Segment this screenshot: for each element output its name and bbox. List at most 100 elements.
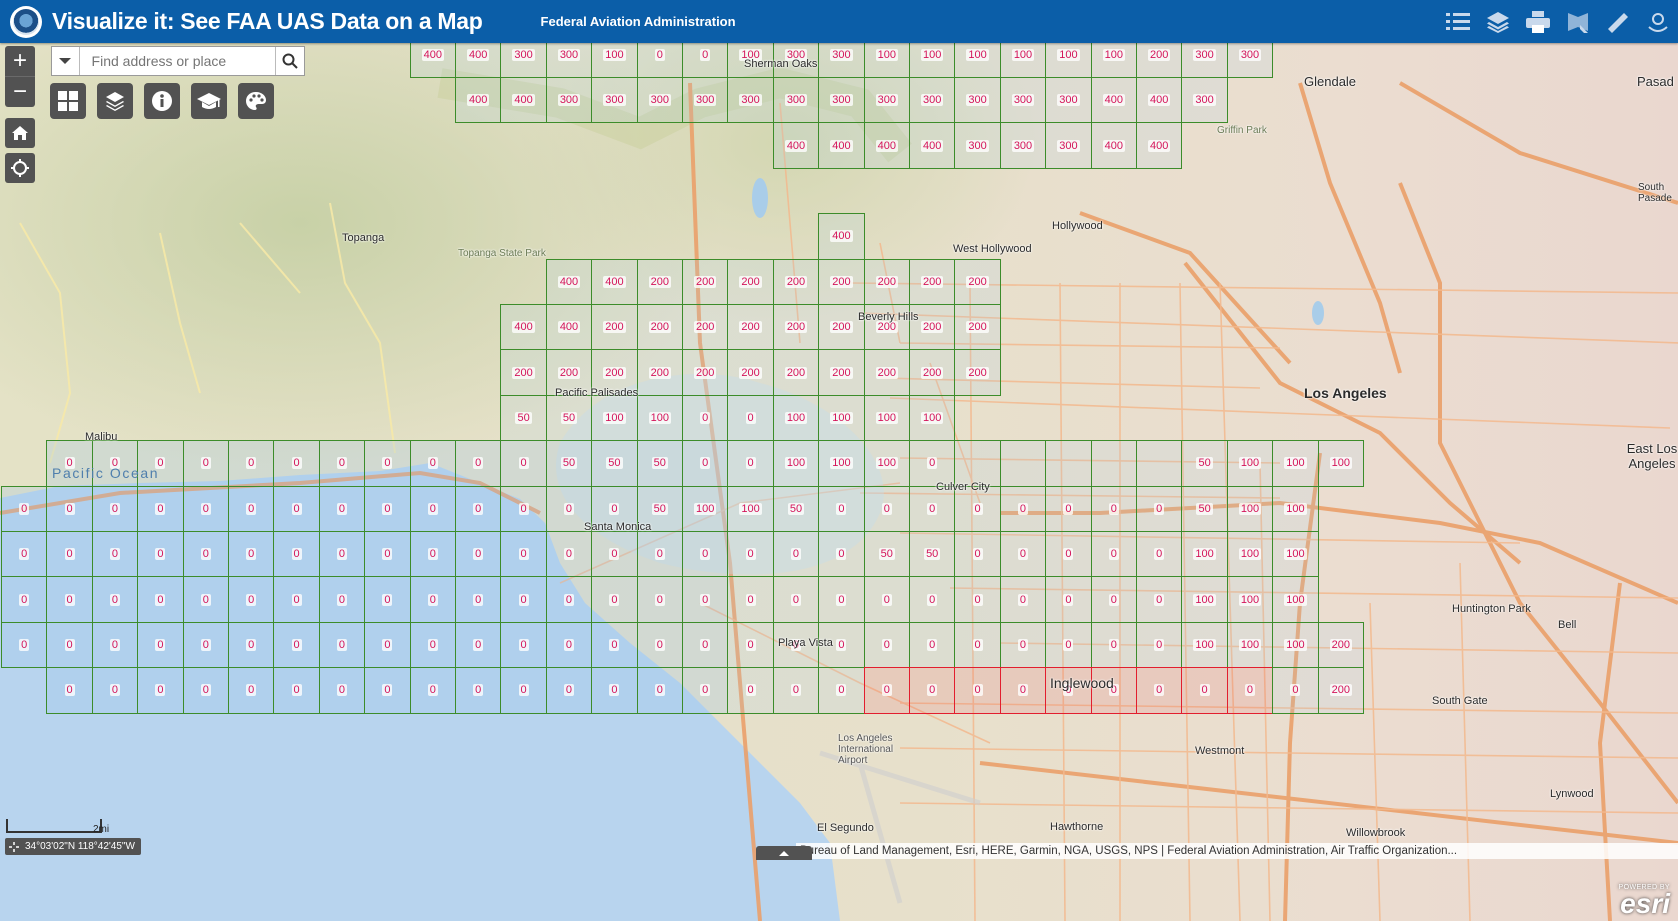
grid-cell[interactable]: 200 — [636, 258, 683, 305]
grid-cell[interactable]: 0 — [818, 576, 865, 623]
grid-cell[interactable]: 200 — [591, 304, 638, 351]
grid-cell[interactable]: 0 — [228, 440, 275, 487]
grid-cell[interactable]: 0 — [273, 531, 320, 578]
grid-cell[interactable]: 300 — [954, 77, 1001, 124]
grid-cell[interactable]: 300 — [999, 77, 1047, 124]
grid-cell[interactable]: 100 — [1272, 531, 1319, 578]
attribution-toggle[interactable] — [756, 846, 812, 860]
grid-cell[interactable]: 0 — [1136, 485, 1183, 532]
grid-cell[interactable]: 0 — [1136, 576, 1183, 623]
grid-cell[interactable]: 200 — [1136, 43, 1183, 78]
grid-cell[interactable]: 50 — [500, 394, 547, 442]
grid-cell[interactable]: 100 — [1272, 440, 1319, 487]
grid-cell[interactable]: 0 — [409, 485, 456, 532]
grid-cell[interactable]: 0 — [1181, 667, 1228, 714]
about-button[interactable] — [144, 83, 180, 119]
grid-cell[interactable]: 0 — [91, 667, 139, 714]
layers-icon[interactable] — [1478, 0, 1518, 43]
grid-cell[interactable]: 200 — [772, 349, 820, 396]
grid-cell[interactable]: 300 — [636, 77, 683, 124]
grid-cell[interactable]: 0 — [1090, 485, 1137, 532]
grid-cell[interactable]: 0 — [1045, 485, 1092, 532]
grid-cell[interactable]: 0 — [727, 667, 774, 714]
grid-cell[interactable]: 0 — [727, 440, 774, 487]
grid-cell[interactable]: 100 — [1226, 440, 1274, 487]
grid-cell[interactable]: 0 — [636, 43, 683, 78]
grid-cell[interactable]: 0 — [500, 667, 547, 714]
grid-cell[interactable]: 200 — [727, 258, 774, 305]
grid-cell[interactable]: 100 — [999, 43, 1047, 78]
grid-cell[interactable]: 50 — [863, 531, 910, 578]
zoom-out-button[interactable]: − — [5, 76, 35, 107]
grid-cell[interactable]: 0 — [455, 621, 502, 669]
grid-cell[interactable]: 0 — [137, 531, 184, 578]
zoom-in-button[interactable]: + — [5, 46, 35, 76]
grid-cell[interactable]: 0 — [636, 576, 683, 623]
grid-cell[interactable]: 0 — [273, 485, 320, 532]
grid-cell[interactable] — [1090, 440, 1137, 487]
grid-cell[interactable]: 0 — [636, 621, 683, 669]
grid-cell[interactable]: 0 — [909, 621, 956, 669]
grid-cell[interactable]: 0 — [182, 531, 229, 578]
grid-cell[interactable]: 0 — [500, 531, 547, 578]
grid-cell[interactable]: 0 — [591, 531, 638, 578]
grid-cell[interactable]: 100 — [863, 43, 910, 78]
grid-cell[interactable]: 100 — [863, 440, 910, 487]
grid-cell[interactable]: 0 — [727, 394, 774, 442]
grid-cell[interactable]: 0 — [318, 576, 366, 623]
grid-cell[interactable]: 300 — [545, 77, 593, 124]
grid-cell[interactable]: 100 — [909, 43, 956, 78]
grid-cell[interactable]: 0 — [999, 485, 1047, 532]
grid-cell[interactable]: 0 — [228, 485, 275, 532]
grid-cell[interactable]: 400 — [1090, 77, 1137, 124]
grid-cell[interactable]: 0 — [1136, 621, 1183, 669]
grid-cell[interactable]: 0 — [91, 531, 139, 578]
grid-cell[interactable]: 300 — [500, 43, 547, 78]
grid-cell[interactable]: 0 — [500, 576, 547, 623]
grid-cell[interactable]: 0 — [682, 440, 729, 487]
grid-cell[interactable]: 200 — [863, 349, 910, 396]
grid-cell[interactable]: 100 — [1181, 576, 1228, 623]
grid-cell[interactable]: 0 — [228, 667, 275, 714]
grid-cell[interactable]: 400 — [500, 304, 547, 351]
grid-cell[interactable]: 100 — [954, 43, 1001, 78]
grid-cell[interactable]: 300 — [1181, 43, 1228, 78]
grid-cell[interactable]: 0 — [91, 576, 139, 623]
grid-cell[interactable]: 200 — [682, 258, 729, 305]
grid-cell[interactable]: 0 — [182, 576, 229, 623]
grid-cell[interactable]: 0 — [1, 485, 48, 532]
grid-cell[interactable]: 0 — [545, 621, 593, 669]
grid-cell[interactable]: 200 — [954, 349, 1001, 396]
grid-cell[interactable]: 300 — [999, 122, 1047, 169]
grid-cell[interactable]: 0 — [1, 576, 48, 623]
grid-cell[interactable]: 0 — [137, 621, 184, 669]
grid-cell[interactable]: 100 — [1226, 621, 1274, 669]
grid-cell[interactable]: 200 — [863, 258, 910, 305]
grid-cell[interactable]: 100 — [1272, 576, 1319, 623]
grid-cell[interactable]: 200 — [954, 304, 1001, 351]
grid-cell[interactable]: 100 — [1226, 576, 1274, 623]
grid-cell[interactable]: 0 — [954, 621, 1001, 669]
grid-cell[interactable]: 0 — [46, 576, 93, 623]
grid-cell[interactable]: 0 — [682, 531, 729, 578]
grid-cell[interactable]: 0 — [455, 485, 502, 532]
grid-cell[interactable]: 400 — [500, 77, 547, 124]
grid-cell[interactable]: 100 — [772, 440, 820, 487]
grid-cell[interactable]: 0 — [46, 531, 93, 578]
grid-cell[interactable]: 400 — [1136, 77, 1183, 124]
grid-cell[interactable]: 0 — [863, 667, 910, 714]
grid-cell[interactable]: 0 — [318, 531, 366, 578]
grid-cell[interactable]: 0 — [409, 531, 456, 578]
grid-cell[interactable]: 400 — [818, 213, 865, 260]
grid-cell[interactable]: 100 — [863, 394, 910, 442]
grid-cell[interactable]: 400 — [772, 122, 820, 169]
measure-ruler-icon[interactable] — [1598, 0, 1638, 43]
grid-cell[interactable]: 0 — [1045, 531, 1092, 578]
print-icon[interactable] — [1518, 0, 1558, 43]
grid-cell[interactable]: 0 — [682, 43, 729, 78]
grid-cell[interactable]: 0 — [1272, 667, 1319, 714]
grid-cell[interactable]: 100 — [1272, 485, 1319, 532]
grid-cell[interactable]: 0 — [999, 621, 1047, 669]
grid-cell[interactable]: 0 — [772, 531, 820, 578]
grid-cell[interactable]: 200 — [818, 349, 865, 396]
